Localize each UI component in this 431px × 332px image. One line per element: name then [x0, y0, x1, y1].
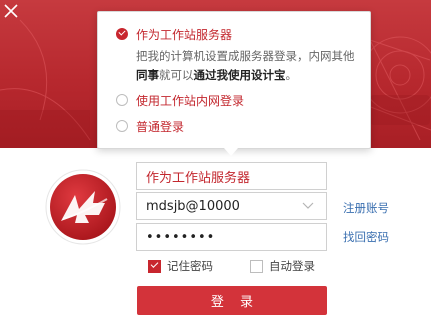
dropdown-pointer [224, 148, 238, 156]
radio-unchecked-icon[interactable] [116, 120, 128, 132]
server-mode-select[interactable]: 作为工作站服务器 [136, 162, 327, 190]
radio-unchecked-icon[interactable] [116, 94, 128, 106]
option-server[interactable]: 作为工作站服务器 [116, 25, 232, 43]
app-logo [45, 169, 121, 245]
login-mode-dropdown: 作为工作站服务器 把我的计算机设置成服务器登录，内网其他 同事就可以通过我使用设计… [97, 11, 371, 156]
option-normal[interactable]: 普通登录 [116, 117, 184, 135]
option-server-description: 把我的计算机设置成服务器登录，内网其他 同事就可以通过我使用设计宝。 [136, 47, 364, 85]
chevron-down-icon[interactable] [302, 202, 314, 210]
account-value: mdsjb@10000 [146, 198, 240, 214]
auto-login-checkbox[interactable]: 自动登录 [250, 258, 315, 274]
close-icon[interactable] [0, 0, 22, 22]
option-intranet-label: 使用工作站内网登录 [136, 93, 245, 108]
remember-password-label: 记住密码 [167, 259, 213, 273]
register-link[interactable]: 注册账号 [343, 200, 389, 216]
desc-bold-2: 通过我使用设计宝 [193, 68, 286, 82]
login-button[interactable]: 登 录 [137, 286, 327, 315]
radio-checked-icon[interactable] [116, 28, 128, 40]
desc-text-2: 就可以 [159, 68, 194, 82]
option-intranet[interactable]: 使用工作站内网登录 [116, 91, 244, 109]
option-normal-label: 普通登录 [136, 119, 185, 134]
checkbox-checked-icon[interactable] [148, 259, 161, 273]
remember-password-checkbox[interactable]: 记住密码 [148, 258, 213, 274]
login-window: 作为工作站服务器 把我的计算机设置成服务器登录，内网其他 同事就可以通过我使用设计… [0, 0, 431, 332]
desc-text-3: 。 [285, 68, 298, 82]
password-mask: •••••••• [146, 229, 216, 245]
auto-login-label: 自动登录 [269, 259, 315, 273]
desc-bold-1: 同事 [136, 68, 159, 82]
password-input[interactable]: •••••••• [136, 223, 327, 251]
account-input[interactable]: mdsjb@10000 [136, 192, 327, 220]
desc-text-1: 把我的计算机设置成服务器登录，内网其他 [136, 49, 355, 63]
checkbox-unchecked-icon[interactable] [250, 259, 263, 273]
server-mode-value: 作为工作站服务器 [146, 170, 251, 186]
recover-password-link[interactable]: 找回密码 [343, 229, 389, 245]
option-server-label: 作为工作站服务器 [136, 27, 233, 42]
